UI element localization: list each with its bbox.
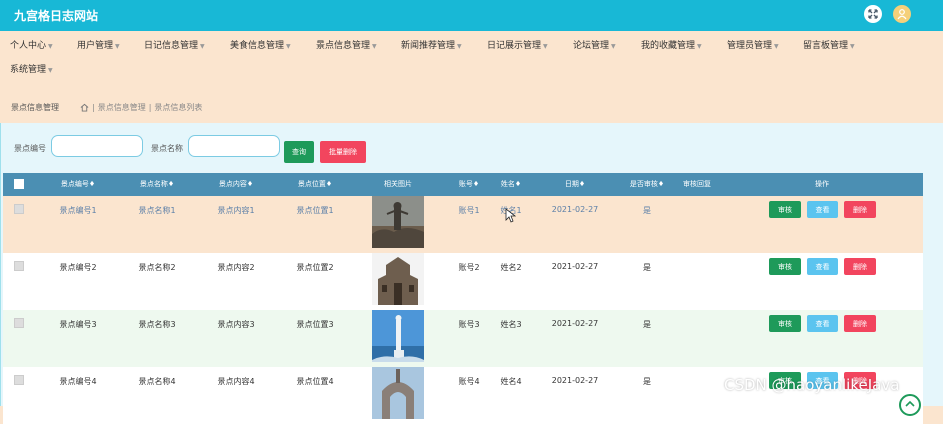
view-button[interactable]: 查看 (807, 258, 838, 275)
audit-button[interactable]: 审核 (769, 201, 801, 218)
cell-date: 2021-02-27 (551, 376, 599, 385)
breadcrumb-item[interactable]: 景点信息管理 (98, 102, 146, 113)
scenic-thumbnail (372, 310, 424, 362)
cell-account: 账号4 (458, 377, 480, 386)
cell-reviewed: 是 (643, 263, 651, 272)
delete-button[interactable]: 删除 (844, 258, 876, 275)
cell-scenic-content: 景点内容4 (217, 377, 255, 386)
cell-scenic-location: 景点位置3 (296, 320, 334, 329)
view-button[interactable]: 查看 (807, 315, 838, 332)
cell-scenic-name: 景点名称4 (138, 377, 176, 386)
header-actions: 操作 (815, 180, 829, 188)
cell-scenic-location: 景点位置2 (296, 263, 334, 272)
header-date[interactable]: 日期♦ (565, 173, 585, 196)
breadcrumb-item: 景点信息列表 (154, 103, 203, 112)
row-checkbox[interactable] (14, 375, 24, 385)
nav-item-admin[interactable]: 管理员管理 ▼ (727, 38, 779, 51)
delete-button[interactable]: 删除 (844, 201, 876, 218)
nav-item-message-board[interactable]: 留言板管理 ▼ (803, 38, 855, 51)
cell-reviewed: 是 (643, 377, 651, 386)
header-scenic-name[interactable]: 景点名称♦ (140, 173, 174, 196)
nav-item-food-info[interactable]: 美食信息管理 ▼ (230, 38, 291, 51)
scenic-thumbnail (372, 367, 424, 419)
nav-item-scenic-info[interactable]: 景点信息管理 ▼ (316, 38, 377, 51)
cell-person-name: 姓名2 (500, 263, 522, 272)
header-related-image: 相关图片 (384, 180, 412, 188)
top-header-bar: 九宫格日志网站 (0, 0, 943, 31)
scenic-thumbnail (372, 196, 424, 248)
cell-scenic-name: 景点名称2 (138, 263, 176, 272)
nav-item-personal-center[interactable]: 个人中心 ▼ (10, 38, 53, 51)
header-reviewed[interactable]: 是否审核♦ (630, 173, 664, 196)
cell-scenic-name: 景点名称1 (138, 206, 176, 215)
cell-scenic-code: 景点编号4 (59, 377, 97, 386)
header-review-reply: 审核回复 (683, 180, 711, 188)
table-row: 景点编号1 景点名称1 景点内容1 景点位置1 账号1 姓名1 2021-02-… (3, 196, 923, 253)
nav-item-forum[interactable]: 论坛管理 ▼ (573, 38, 616, 51)
site-title: 九宫格日志网站 (14, 9, 99, 23)
header-scenic-content[interactable]: 景点内容♦ (219, 173, 253, 196)
breadcrumb-separator: | (148, 103, 152, 112)
row-checkbox[interactable] (14, 204, 24, 214)
row-checkbox[interactable] (14, 261, 24, 271)
cell-scenic-content: 景点内容2 (217, 263, 255, 272)
cell-account: 账号3 (458, 320, 480, 329)
scenic-name-input[interactable] (188, 135, 280, 157)
nav-item-system[interactable]: 系统管理 ▼ (10, 62, 53, 75)
select-all-checkbox[interactable] (14, 179, 24, 189)
expand-icon[interactable] (864, 5, 882, 23)
cell-account: 账号2 (458, 263, 480, 272)
csdn-watermark: CSDN @haoyanlikeJava (724, 376, 900, 394)
home-icon[interactable] (80, 103, 89, 112)
row-checkbox[interactable] (14, 318, 24, 328)
audit-button[interactable]: 审核 (769, 258, 801, 275)
view-button[interactable]: 查看 (807, 201, 838, 218)
cell-scenic-content: 景点内容3 (217, 320, 255, 329)
cell-date: 2021-02-27 (551, 205, 599, 214)
cell-scenic-location: 景点位置4 (296, 377, 334, 386)
header-scenic-location[interactable]: 景点位置♦ (298, 173, 332, 196)
nav-item-diary-display[interactable]: 日记展示管理 ▼ (487, 38, 548, 51)
cell-date: 2021-02-27 (551, 262, 599, 271)
header-account[interactable]: 账号♦ (459, 173, 479, 196)
audit-button[interactable]: 审核 (769, 315, 801, 332)
mouse-cursor-icon (505, 208, 517, 226)
delete-button[interactable]: 删除 (844, 315, 876, 332)
cell-person-name: 姓名3 (500, 320, 522, 329)
scroll-up-icon[interactable] (899, 394, 921, 416)
table-header: 景点编号♦ 景点名称♦ 景点内容♦ 景点位置♦ 相关图片 账号♦ 姓名♦ 日期♦… (3, 173, 923, 196)
scenic-thumbnail (372, 253, 424, 305)
cell-account: 账号1 (458, 206, 480, 215)
nav-item-diary-info[interactable]: 日记信息管理 ▼ (144, 38, 205, 51)
nav-item-user-manage[interactable]: 用户管理 ▼ (77, 38, 120, 51)
cell-scenic-location: 景点位置1 (296, 206, 334, 215)
breadcrumb: | 景点信息管理 | 景点信息列表 (80, 102, 202, 113)
section-title: 景点信息管理 (11, 103, 59, 112)
cell-date: 2021-02-27 (551, 319, 599, 328)
cell-scenic-content: 景点内容1 (217, 206, 255, 215)
cell-scenic-code: 景点编号3 (59, 320, 97, 329)
nav-item-favorites[interactable]: 我的收藏管理 ▼ (641, 38, 702, 51)
cell-reviewed: 是 (643, 320, 651, 329)
header-scenic-code[interactable]: 景点编号♦ (61, 173, 95, 196)
table-row: 景点编号3 景点名称3 景点内容3 景点位置3 账号3 姓名3 2021-02-… (3, 310, 923, 367)
cell-scenic-code: 景点编号2 (59, 263, 97, 272)
scenic-code-label: 景点编号 (14, 144, 46, 153)
table-row: 景点编号2 景点名称2 景点内容2 景点位置2 账号2 姓名2 2021-02-… (3, 253, 923, 310)
cell-reviewed: 是 (643, 206, 651, 215)
header-person-name[interactable]: 姓名♦ (501, 173, 521, 196)
cell-person-name: 姓名4 (500, 377, 522, 386)
search-button[interactable]: 查询 (284, 141, 314, 163)
breadcrumb-bar: 景点信息管理 | 景点信息管理 | 景点信息列表 (0, 83, 943, 123)
scenic-name-label: 景点名称 (151, 144, 183, 153)
main-nav: 个人中心 ▼ 用户管理 ▼ 日记信息管理 ▼ 美食信息管理 ▼ 景点信息管理 ▼ 新闻推荐… (0, 31, 943, 83)
user-avatar-icon[interactable] (893, 5, 911, 23)
breadcrumb-separator: | (92, 103, 95, 112)
nav-item-news[interactable]: 新闻推荐管理 ▼ (401, 38, 462, 51)
batch-delete-button[interactable]: 批量删除 (320, 141, 366, 163)
cell-scenic-name: 景点名称3 (138, 320, 176, 329)
cell-scenic-code: 景点编号1 (59, 206, 97, 215)
scenic-code-input[interactable] (51, 135, 143, 157)
